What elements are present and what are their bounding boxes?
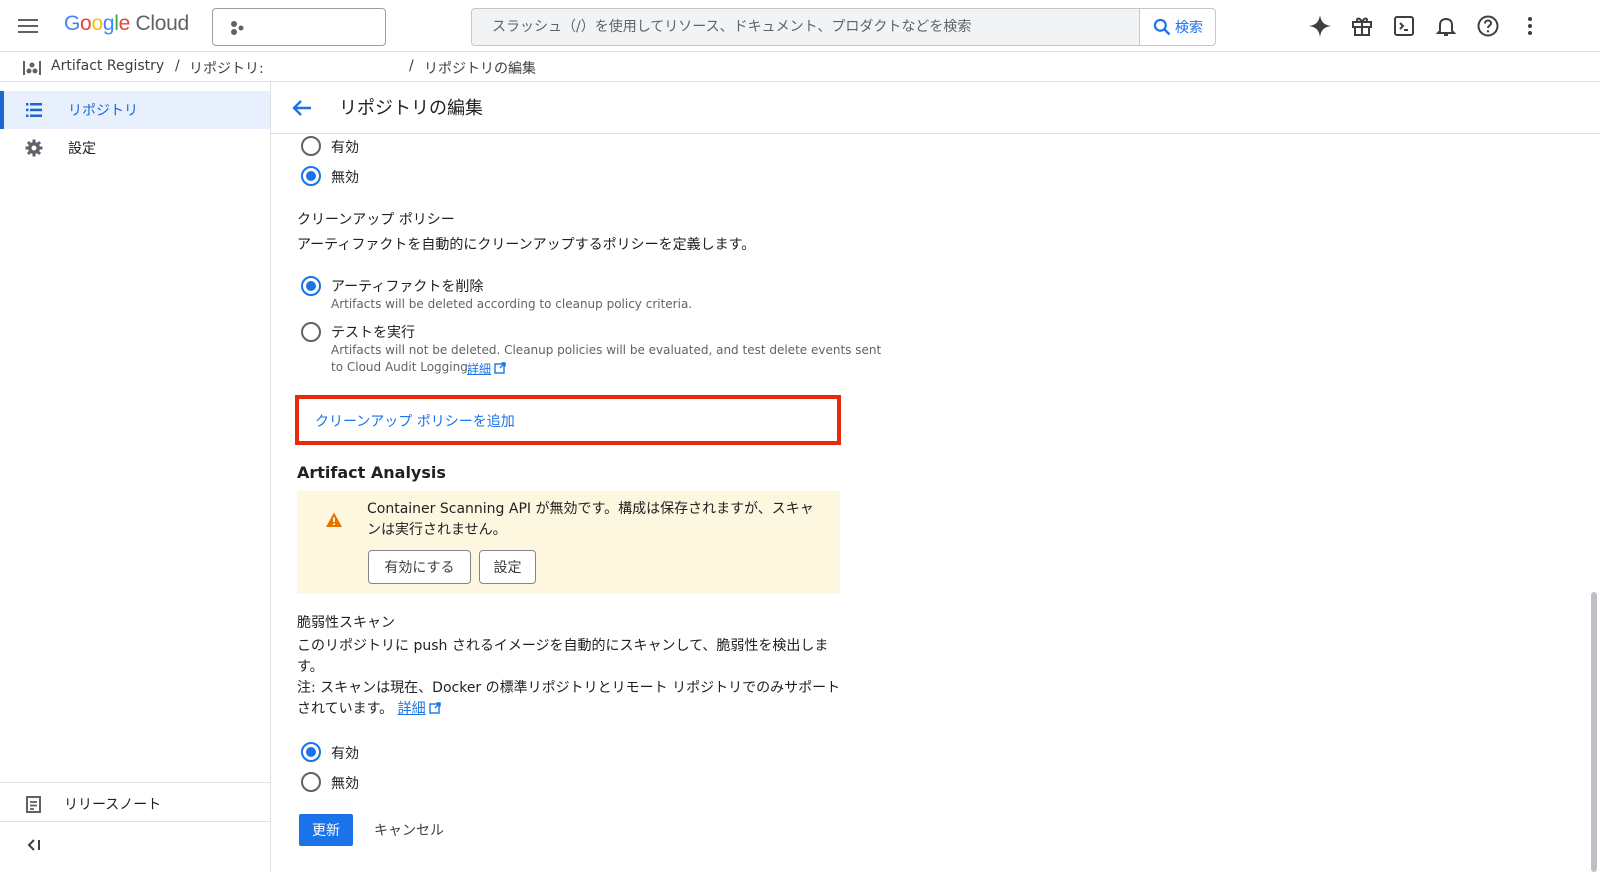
dry-run-label: テストを実行 bbox=[331, 325, 415, 341]
top-disabled-label: 無効 bbox=[331, 170, 359, 186]
artifact-analysis-title: Artifact Analysis bbox=[297, 463, 446, 482]
main-menu-icon[interactable] bbox=[16, 14, 40, 38]
vuln-scan-description: このリポジトリに push されるイメージを自動的にスキャンして、脆弱性を検出し… bbox=[297, 638, 829, 675]
learn-more-link[interactable]: 詳細 bbox=[467, 360, 491, 377]
scrollbar[interactable] bbox=[1591, 592, 1597, 872]
top-disabled-radio[interactable] bbox=[301, 166, 321, 186]
breadcrumb-current: リポジトリの編集 bbox=[424, 61, 536, 77]
logo-letter: e bbox=[118, 12, 131, 35]
breadcrumb-separator: / bbox=[175, 58, 180, 74]
sidebar-item-label: リポジトリ bbox=[68, 103, 138, 119]
dry-run-help: Artifacts will not be deleted. Cleanup p… bbox=[331, 343, 882, 357]
notifications-icon[interactable] bbox=[1432, 12, 1460, 40]
cloud-shell-icon[interactable] bbox=[1390, 12, 1418, 40]
top-enabled-label: 有効 bbox=[331, 140, 359, 156]
collapse-icon bbox=[27, 839, 40, 851]
logo-letter: G bbox=[64, 12, 81, 35]
sidebar-item-label: 設定 bbox=[68, 141, 96, 157]
breadcrumb-product-link[interactable]: Artifact Registry bbox=[51, 58, 164, 74]
page-header: リポジトリの編集 bbox=[271, 82, 1600, 134]
vuln-scan-note: 注: スキャンは現在、Docker の標準リポジトリとリモート リポジトリでのみ… bbox=[297, 678, 842, 720]
search-button-label: 検索 bbox=[1175, 20, 1203, 36]
release-notes-icon bbox=[26, 796, 41, 813]
cleanup-description: アーティファクトを自動的にクリーンアップするポリシーを定義します。 bbox=[297, 237, 756, 253]
breadcrumb-repo-link[interactable]: リポジトリ: bbox=[189, 58, 264, 78]
sidebar-item-repositories[interactable]: リポジトリ bbox=[0, 91, 270, 129]
dry-run-help: to Cloud Audit Logging. bbox=[331, 360, 472, 374]
delete-artifacts-label: アーティファクトを削除 bbox=[331, 279, 484, 295]
delete-artifacts-radio[interactable] bbox=[301, 276, 321, 296]
breadcrumb: Artifact Registry / リポジトリ: / リポジトリの編集 bbox=[0, 52, 1600, 82]
external-link-icon bbox=[428, 702, 441, 714]
warning-message: Container Scanning API が無効です。構成は保存されますが、… bbox=[367, 501, 814, 538]
dry-run-radio[interactable] bbox=[301, 322, 321, 342]
vuln-scan-heading: 脆弱性スキャン bbox=[297, 615, 395, 631]
sidebar-item-release-notes[interactable]: リリースノート bbox=[0, 782, 270, 826]
search-bar: 検索 bbox=[471, 8, 1216, 46]
delete-artifacts-help: Artifacts will be deleted according to c… bbox=[331, 297, 693, 311]
gift-icon[interactable] bbox=[1348, 12, 1376, 40]
search-button[interactable]: 検索 bbox=[1139, 9, 1215, 45]
breadcrumb-separator: / bbox=[409, 58, 414, 74]
gear-icon bbox=[25, 139, 43, 157]
scanning-warning-banner: Container Scanning API が無効です。構成は保存されますが、… bbox=[297, 491, 840, 594]
gemini-icon[interactable] bbox=[1306, 12, 1334, 40]
top-icons bbox=[1306, 12, 1544, 40]
sidebar-item-settings[interactable]: 設定 bbox=[0, 129, 270, 167]
logo-letter: o bbox=[80, 12, 92, 35]
vuln-enabled-label: 有効 bbox=[331, 746, 359, 762]
search-input[interactable] bbox=[472, 9, 1140, 45]
google-cloud-logo[interactable]: Google Cloud bbox=[64, 12, 189, 36]
artifact-registry-icon bbox=[23, 61, 41, 75]
project-picker[interactable] bbox=[212, 8, 386, 46]
page-title: リポジトリの編集 bbox=[339, 98, 483, 119]
more-vert-icon[interactable] bbox=[1516, 12, 1544, 40]
logo-cloud-text: Cloud bbox=[129, 12, 190, 35]
update-button[interactable]: 更新 bbox=[299, 814, 353, 846]
settings-button[interactable]: 設定 bbox=[479, 550, 536, 584]
logo-letter: o bbox=[91, 12, 103, 35]
add-cleanup-policy-button[interactable]: クリーンアップ ポリシーを追加 bbox=[315, 411, 515, 431]
external-link-icon bbox=[494, 362, 506, 374]
project-icon bbox=[231, 21, 244, 35]
vuln-enabled-radio[interactable] bbox=[301, 742, 321, 762]
vuln-disabled-label: 無効 bbox=[331, 776, 359, 792]
sidebar-item-label: リリースノート bbox=[64, 797, 162, 813]
learn-more-link[interactable]: 詳細 bbox=[398, 701, 426, 717]
logo-letter: g bbox=[102, 12, 115, 35]
collapse-sidebar-button[interactable] bbox=[0, 822, 270, 868]
top-enabled-radio[interactable] bbox=[301, 136, 321, 156]
sidebar: リポジトリ 設定 リリースノート bbox=[0, 82, 271, 872]
vuln-note-text: 注: スキャンは現在、Docker の標準リポジトリとリモート リポジトリでのみ… bbox=[297, 680, 841, 717]
cleanup-heading: クリーンアップ ポリシー bbox=[297, 212, 455, 228]
warning-icon bbox=[326, 512, 342, 527]
search-icon bbox=[1153, 18, 1171, 36]
help-icon[interactable] bbox=[1474, 12, 1502, 40]
list-icon bbox=[26, 103, 42, 117]
top-app-bar: Google Cloud 検索 bbox=[0, 0, 1600, 52]
enable-api-button[interactable]: 有効にする bbox=[368, 550, 471, 584]
vuln-disabled-radio[interactable] bbox=[301, 772, 321, 792]
cancel-button[interactable]: キャンセル bbox=[366, 814, 452, 846]
back-arrow-icon[interactable] bbox=[289, 95, 315, 121]
